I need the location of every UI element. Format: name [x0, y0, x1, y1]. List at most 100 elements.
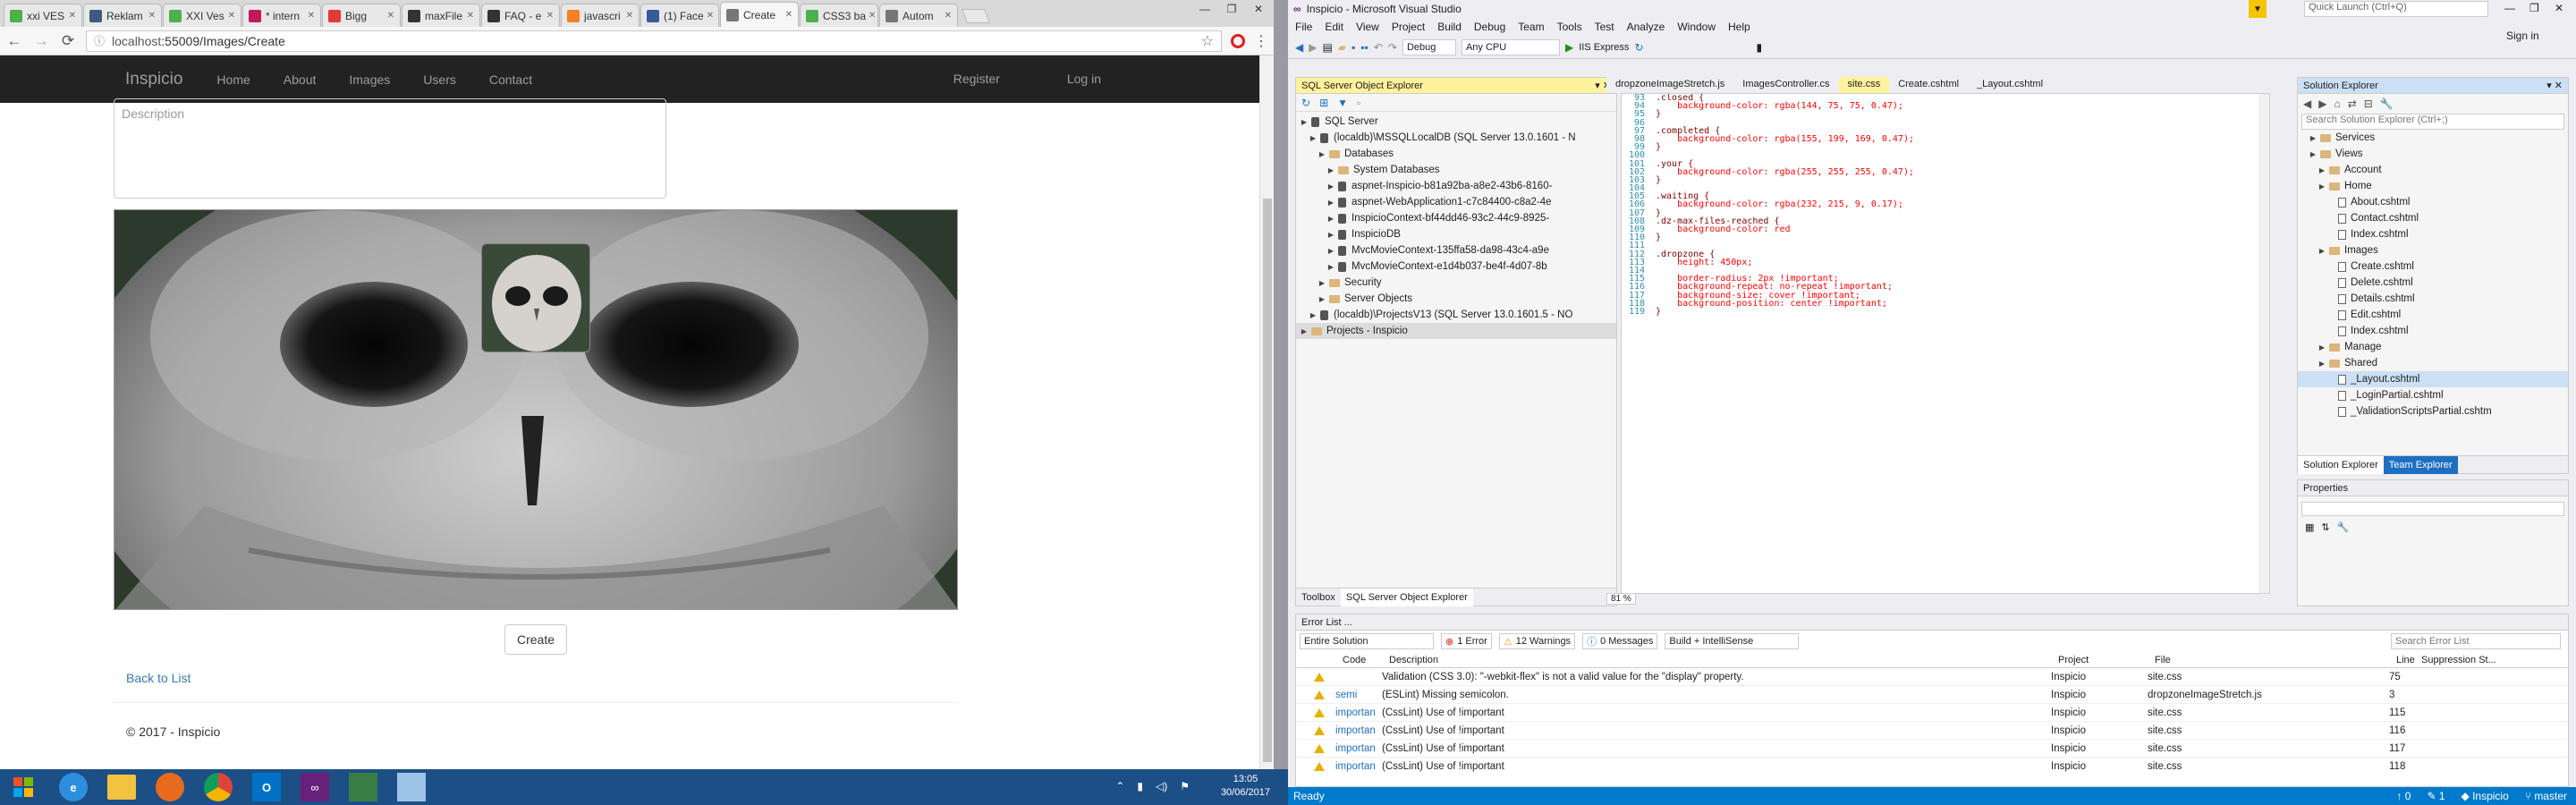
save-icon[interactable]: ▪ — [1352, 41, 1355, 54]
undo-icon[interactable]: ↶ — [1374, 41, 1383, 54]
back-to-list-link[interactable]: Back to List — [126, 671, 191, 685]
code-editor[interactable]: 93 .closed {94 background-color: rgba(144… — [1621, 93, 2270, 594]
platform-combo[interactable]: Any CPU — [1461, 38, 1560, 55]
nav-register[interactable]: Register — [953, 72, 1000, 86]
expand-arrow-icon[interactable]: ▶ — [1318, 295, 1326, 303]
pane-close-icon[interactable]: ▾ ✕ — [2546, 80, 2563, 91]
expand-arrow-icon[interactable]: ▶ — [1326, 231, 1335, 239]
browser-tab[interactable]: Reklam ✕ — [83, 4, 162, 27]
expand-arrow-icon[interactable]: ▶ — [1326, 215, 1335, 223]
tab-close-icon[interactable]: ✕ — [225, 11, 235, 21]
doc-tab-create[interactable]: Create.cshtml — [1889, 77, 1968, 93]
error-row[interactable]: importan (CssLint) Use of !important Inspi… — [1296, 722, 2568, 740]
tab-toolbox[interactable]: Toolbox — [1296, 592, 1341, 603]
new-tab-button[interactable] — [962, 9, 990, 23]
categorized-icon[interactable]: ▦ — [2305, 521, 2314, 533]
menu-help[interactable]: Help — [1728, 21, 1750, 33]
build-filter-combo[interactable]: Build + IntelliSense — [1665, 633, 1800, 649]
nav-contact[interactable]: Contact — [489, 72, 532, 87]
visual-studio-icon[interactable]: ∞ — [301, 773, 329, 801]
tree-item[interactable]: ▶ (localdb)\ProjectsV13 (SQL Server 13.0.… — [1296, 307, 1616, 323]
browser-tab[interactable]: Create ✕ — [720, 2, 799, 27]
tree-item[interactable]: ▶ Security — [1296, 275, 1616, 291]
properties-object-combo[interactable] — [2301, 502, 2564, 516]
expand-arrow-icon[interactable]: ▶ — [2318, 247, 2326, 255]
tree-item[interactable]: _LoginPartial.cshtml — [2298, 387, 2568, 403]
notepad-icon[interactable] — [397, 773, 426, 801]
tree-item[interactable]: Details.cshtml — [2298, 291, 2568, 307]
menu-test[interactable]: Test — [1595, 21, 1614, 33]
start-button[interactable] — [2, 773, 45, 801]
url-field[interactable]: ⓘ localhost:55009/Images/Create ☆ — [86, 30, 1222, 52]
col-file[interactable]: File — [2155, 655, 2171, 665]
filter-icon[interactable]: ▼ — [2249, 0, 2267, 18]
forward-icon[interactable]: ▶ — [2318, 97, 2326, 110]
calculator-icon[interactable] — [349, 773, 377, 801]
ie-icon[interactable]: e — [59, 773, 88, 801]
expand-arrow-icon[interactable]: ▶ — [1318, 279, 1326, 287]
nav-users[interactable]: Users — [423, 72, 456, 87]
tree-item[interactable]: ▶ MvcMovieContext-135ffa58-da98-43c4-a9e — [1296, 242, 1616, 258]
col-line[interactable]: Line — [2396, 655, 2415, 665]
doc-tab-controller[interactable]: ImagesController.cs — [1733, 77, 1838, 93]
vs-close-icon[interactable]: ✕ — [2555, 2, 2563, 14]
vs-maximize-icon[interactable]: ❐ — [2529, 2, 2539, 14]
config-combo[interactable]: Debug — [1402, 38, 1456, 55]
tab-close-icon[interactable]: ✕ — [544, 11, 554, 21]
messages-filter-button[interactable]: ⓘ 0 Messages — [1582, 633, 1658, 649]
tree-item[interactable]: ▶ Views — [2298, 146, 2568, 162]
tree-item[interactable]: ▶ SQL Server — [1296, 114, 1616, 130]
redo-icon[interactable]: ↷ — [1388, 41, 1397, 54]
expand-arrow-icon[interactable]: ▶ — [2318, 360, 2326, 368]
doc-tab-site-css[interactable]: site.css — [1838, 77, 1890, 93]
opera-icon[interactable] — [1231, 33, 1245, 48]
expand-arrow-icon[interactable]: ▶ — [1300, 327, 1309, 335]
collapse-icon[interactable]: ⊟ — [2364, 97, 2373, 110]
bookmark-icon[interactable]: ▮ — [1757, 41, 1763, 54]
tab-close-icon[interactable]: ✕ — [66, 11, 76, 21]
description-textarea[interactable]: Description — [114, 98, 666, 199]
star-icon[interactable]: ☆ — [1201, 32, 1214, 50]
expand-arrow-icon[interactable]: ▶ — [1309, 311, 1318, 319]
tree-item[interactable]: Index.cshtml — [2298, 323, 2568, 339]
browser-tab[interactable]: javascri ✕ — [561, 4, 640, 27]
expand-arrow-icon[interactable]: ▶ — [2318, 166, 2326, 174]
tree-item[interactable]: _ValidationScriptsPartial.cshtm — [2298, 403, 2568, 419]
maximize-icon[interactable]: ❐ — [1218, 0, 1245, 18]
browser-tab[interactable]: XXI Ves ✕ — [163, 4, 242, 27]
tray-volume-icon[interactable]: ◁) — [1156, 780, 1167, 792]
tree-item[interactable]: Index.cshtml — [2298, 226, 2568, 242]
expand-arrow-icon[interactable]: ▶ — [1326, 247, 1335, 255]
properties-icon[interactable]: 🔧 — [2380, 97, 2394, 110]
status-changes[interactable]: ✎ 1 — [2427, 790, 2445, 802]
wrench-icon[interactable]: 🔧 — [2337, 521, 2350, 533]
tree-item[interactable]: ▶ Images — [2298, 242, 2568, 258]
error-row[interactable]: importan (CssLint) Use of !important Inspi… — [1296, 740, 2568, 758]
expand-arrow-icon[interactable]: ▶ — [1326, 199, 1335, 207]
alphabetical-icon[interactable]: ⇅ — [2321, 521, 2329, 533]
tray-network-icon[interactable]: ▮ — [1137, 780, 1143, 792]
reload-icon[interactable]: ⟳ — [59, 32, 77, 50]
tree-item[interactable]: ▶ (localdb)\MSSQLLocalDB (SQL Server 13.0… — [1296, 130, 1616, 146]
tree-item[interactable]: ▶ Projects - Inspicio — [1296, 323, 1616, 339]
expand-arrow-icon[interactable]: ▶ — [1326, 166, 1335, 174]
browser-tab[interactable]: (1) Face ✕ — [640, 4, 719, 27]
add-server-icon[interactable]: ⊞ — [1319, 97, 1328, 109]
tree-item[interactable]: ▶ Server Objects — [1296, 291, 1616, 307]
run-button[interactable]: IIS Express — [1579, 42, 1629, 53]
quick-launch-input[interactable]: Quick Launch (Ctrl+Q) — [2304, 1, 2488, 17]
browser-tab[interactable]: FAQ - e ✕ — [481, 4, 560, 27]
tree-item[interactable]: ▶ Shared — [2298, 355, 2568, 371]
browser-tab[interactable]: Autom ✕ — [879, 4, 958, 27]
menu-file[interactable]: File — [1295, 21, 1312, 33]
browser-tab[interactable]: Bigg ✕ — [322, 4, 401, 27]
error-row[interactable]: importan (CssLint) Use of !important Inspi… — [1296, 758, 2568, 774]
menu-debug[interactable]: Debug — [1474, 21, 1505, 33]
menu-project[interactable]: Project — [1392, 21, 1425, 33]
warnings-filter-button[interactable]: ⚠ 12 Warnings — [1498, 633, 1576, 649]
expand-arrow-icon[interactable]: ▶ — [2318, 182, 2326, 191]
tree-item[interactable]: ▶ Home — [2298, 178, 2568, 194]
menu-build[interactable]: Build — [1437, 21, 1462, 33]
new-project-icon[interactable]: ▤ — [1322, 41, 1332, 54]
tree-item[interactable]: ▶ aspnet-Inspicio-b81a92ba-a8e2-43b6-8160… — [1296, 178, 1616, 194]
